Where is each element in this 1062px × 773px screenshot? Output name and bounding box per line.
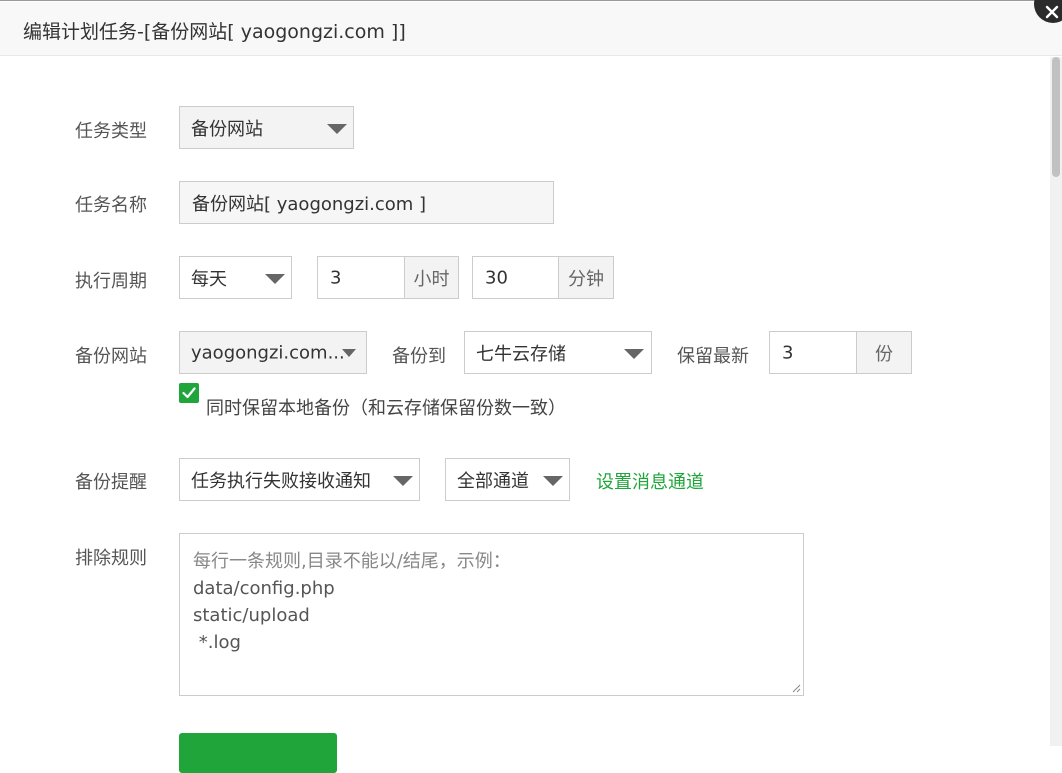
period-cycle-select[interactable]: 每天 xyxy=(179,256,292,299)
edit-task-dialog: 编辑计划任务-[备份网站[ yaogongzi.com ]] 任务类型 备份网站… xyxy=(0,0,1062,773)
hour-input[interactable]: 3 xyxy=(317,256,405,299)
chevron-down-icon xyxy=(393,475,413,486)
task-type-label: 任务类型 xyxy=(75,121,147,142)
keep-latest-label: 保留最新 xyxy=(677,346,749,367)
scrollbar-thumb[interactable] xyxy=(1052,57,1060,177)
chevron-down-icon xyxy=(327,123,347,134)
task-name-label: 任务名称 xyxy=(75,195,147,216)
task-name-input[interactable]: 备份网站[ yaogongzi.com ] xyxy=(179,181,554,224)
period-cycle-value: 每天 xyxy=(191,268,227,290)
exclude-line: data/config.php xyxy=(193,578,335,599)
notify-channel-value: 全部通道 xyxy=(457,470,529,492)
hour-value: 3 xyxy=(330,267,342,288)
task-type-value: 备份网站 xyxy=(191,118,263,140)
hour-unit-addon: 小时 xyxy=(405,256,459,299)
check-icon xyxy=(182,387,196,399)
keep-count-input[interactable]: 3 xyxy=(769,331,857,374)
resize-grip-icon[interactable] xyxy=(791,683,801,693)
exclude-rules-textarea[interactable]: 每行一条规则,目录不能以/结尾，示例： data/config.php stat… xyxy=(179,533,804,696)
notify-select[interactable]: 任务执行失败接收通知 xyxy=(179,458,420,501)
keep-unit-addon: 份 xyxy=(857,331,912,374)
set-channel-link[interactable]: 设置消息通道 xyxy=(596,468,704,494)
backup-to-label: 备份到 xyxy=(392,346,446,367)
submit-button[interactable] xyxy=(179,733,337,773)
dialog-title: 编辑计划任务-[备份网站[ yaogongzi.com ]] xyxy=(23,21,406,43)
scrollbar[interactable] xyxy=(1050,57,1062,746)
dialog-title-bar: 编辑计划任务-[备份网站[ yaogongzi.com ]] xyxy=(0,2,1062,56)
period-label: 执行周期 xyxy=(75,271,147,292)
task-type-select[interactable]: 备份网站 xyxy=(179,106,354,149)
minute-input[interactable]: 30 xyxy=(472,256,559,299)
backup-site-value: yaogongzi.com... xyxy=(191,342,345,363)
chevron-down-icon xyxy=(543,475,563,486)
minute-unit-label: 分钟 xyxy=(568,268,604,290)
local-backup-checkbox[interactable] xyxy=(179,383,199,403)
notify-value: 任务执行失败接收通知 xyxy=(191,470,371,492)
exclude-line: *.log xyxy=(193,632,241,653)
exclude-label: 排除规则 xyxy=(75,548,147,569)
close-icon xyxy=(1045,5,1059,19)
keep-unit-label: 份 xyxy=(875,343,893,365)
chevron-down-icon xyxy=(342,348,356,357)
task-name-value: 备份网站[ yaogongzi.com ] xyxy=(192,193,427,215)
chevron-down-icon xyxy=(265,273,285,284)
backup-site-select[interactable]: yaogongzi.com... xyxy=(179,331,367,374)
local-backup-label: 同时保留本地备份（和云存储保留份数一致） xyxy=(206,398,566,419)
exclude-placeholder: 每行一条规则,目录不能以/结尾，示例： xyxy=(193,551,511,572)
chevron-down-icon xyxy=(624,348,644,359)
backup-to-value: 七牛云存储 xyxy=(476,343,566,365)
minute-unit-addon: 分钟 xyxy=(559,256,614,299)
hour-unit-label: 小时 xyxy=(413,268,450,290)
notify-channel-select[interactable]: 全部通道 xyxy=(445,458,570,501)
exclude-line: static/upload xyxy=(193,605,310,626)
minute-value: 30 xyxy=(485,267,508,288)
keep-count-value: 3 xyxy=(782,342,794,363)
notify-label: 备份提醒 xyxy=(75,472,147,493)
backup-to-select[interactable]: 七牛云存储 xyxy=(464,331,652,374)
backup-site-label: 备份网站 xyxy=(75,346,147,367)
